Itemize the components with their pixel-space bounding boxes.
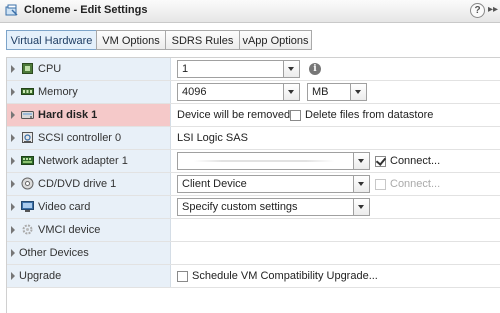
tab-virtual-hardware[interactable]: Virtual Hardware bbox=[6, 30, 97, 50]
expand-icon[interactable]: ▸▸ bbox=[488, 4, 498, 15]
row-cd-dvd-drive: CD/DVD drive 1 Client Device Connect... bbox=[7, 173, 500, 196]
video-card-label: Video card bbox=[38, 201, 91, 213]
row-hard-disk: Hard disk 1 Device will be removed Delet… bbox=[7, 104, 500, 127]
vm-edit-icon bbox=[5, 4, 18, 16]
row-network-adapter: Network adapter 1 Connect... bbox=[7, 150, 500, 173]
row-upgrade: Upgrade Schedule VM Compatibility Upgrad… bbox=[7, 265, 500, 288]
video-card-icon bbox=[21, 201, 34, 212]
delete-files-label[interactable]: Delete files from datastore bbox=[305, 109, 433, 121]
cd-dvd-select[interactable]: Client Device bbox=[177, 175, 370, 193]
scsi-controller-icon bbox=[22, 132, 33, 143]
cd-dvd-label: CD/DVD drive 1 bbox=[38, 178, 117, 190]
scsi-controller-label: SCSI controller 0 bbox=[38, 132, 122, 144]
row-vmci-device: VMCI device bbox=[7, 219, 500, 242]
network-select[interactable] bbox=[177, 152, 370, 170]
expand-arrow-icon[interactable] bbox=[11, 272, 15, 280]
expand-arrow-icon[interactable] bbox=[11, 203, 15, 211]
tab-sdrs-rules[interactable]: SDRS Rules bbox=[165, 30, 240, 50]
redacted-network-name bbox=[194, 160, 334, 162]
cpu-select[interactable]: 1 bbox=[177, 60, 300, 78]
window-title: Cloneme - Edit Settings bbox=[24, 4, 148, 16]
window-titlebar: Cloneme - Edit Settings ? ▸▸ bbox=[0, 0, 500, 23]
tab-vm-options[interactable]: VM Options bbox=[96, 30, 166, 50]
chevron-down-icon bbox=[353, 153, 369, 169]
chevron-down-icon bbox=[353, 176, 369, 192]
expand-arrow-icon[interactable] bbox=[11, 226, 15, 234]
chevron-down-icon bbox=[350, 84, 366, 100]
hardware-grid: CPU 1 i Memory 4096 MB Hard disk 1 Devic… bbox=[6, 57, 500, 313]
row-video-card: Video card Specify custom settings bbox=[7, 196, 500, 219]
cd-dvd-connect-checkbox[interactable] bbox=[375, 179, 386, 190]
row-other-devices: Other Devices bbox=[7, 242, 500, 265]
vmci-device-icon bbox=[22, 224, 33, 235]
scsi-controller-type: LSI Logic SAS bbox=[177, 132, 248, 144]
hard-disk-label: Hard disk 1 bbox=[38, 109, 98, 121]
hard-disk-icon bbox=[21, 111, 34, 119]
expand-arrow-icon[interactable] bbox=[11, 111, 15, 119]
vmci-device-label: VMCI device bbox=[38, 224, 101, 236]
hard-disk-status: Device will be removed bbox=[177, 109, 291, 121]
memory-select[interactable]: 4096 bbox=[177, 83, 300, 101]
memory-unit-select[interactable]: MB bbox=[307, 83, 367, 101]
expand-arrow-icon[interactable] bbox=[11, 134, 15, 142]
expand-arrow-icon[interactable] bbox=[11, 180, 15, 188]
expand-arrow-icon[interactable] bbox=[11, 88, 15, 96]
help-icon[interactable]: ? bbox=[470, 3, 485, 18]
info-icon[interactable]: i bbox=[309, 63, 321, 75]
row-memory: Memory 4096 MB bbox=[7, 81, 500, 104]
network-adapter-icon bbox=[21, 156, 34, 165]
memory-label: Memory bbox=[38, 86, 78, 98]
video-card-select[interactable]: Specify custom settings bbox=[177, 198, 370, 216]
expand-arrow-icon[interactable] bbox=[11, 157, 15, 165]
cd-dvd-connect-label[interactable]: Connect... bbox=[390, 178, 440, 190]
cpu-icon bbox=[22, 63, 33, 74]
memory-icon bbox=[21, 88, 34, 95]
delete-files-checkbox[interactable] bbox=[290, 110, 301, 121]
expand-arrow-icon[interactable] bbox=[11, 65, 15, 73]
row-scsi-controller: SCSI controller 0 LSI Logic SAS bbox=[7, 127, 500, 150]
network-connect-checkbox[interactable] bbox=[375, 156, 386, 167]
other-devices-label: Other Devices bbox=[19, 247, 89, 259]
cd-dvd-icon bbox=[21, 177, 34, 190]
schedule-upgrade-checkbox[interactable] bbox=[177, 271, 188, 282]
schedule-upgrade-label[interactable]: Schedule VM Compatibility Upgrade... bbox=[192, 270, 378, 282]
chevron-down-icon bbox=[283, 61, 299, 77]
chevron-down-icon bbox=[283, 84, 299, 100]
row-cpu: CPU 1 i bbox=[7, 58, 500, 81]
cpu-label: CPU bbox=[38, 63, 62, 75]
network-adapter-label: Network adapter 1 bbox=[38, 155, 128, 167]
expand-arrow-icon[interactable] bbox=[11, 249, 15, 257]
chevron-down-icon bbox=[353, 199, 369, 215]
tab-vapp-options[interactable]: vApp Options bbox=[239, 30, 312, 50]
upgrade-label: Upgrade bbox=[19, 270, 62, 282]
network-connect-label[interactable]: Connect... bbox=[390, 155, 440, 167]
